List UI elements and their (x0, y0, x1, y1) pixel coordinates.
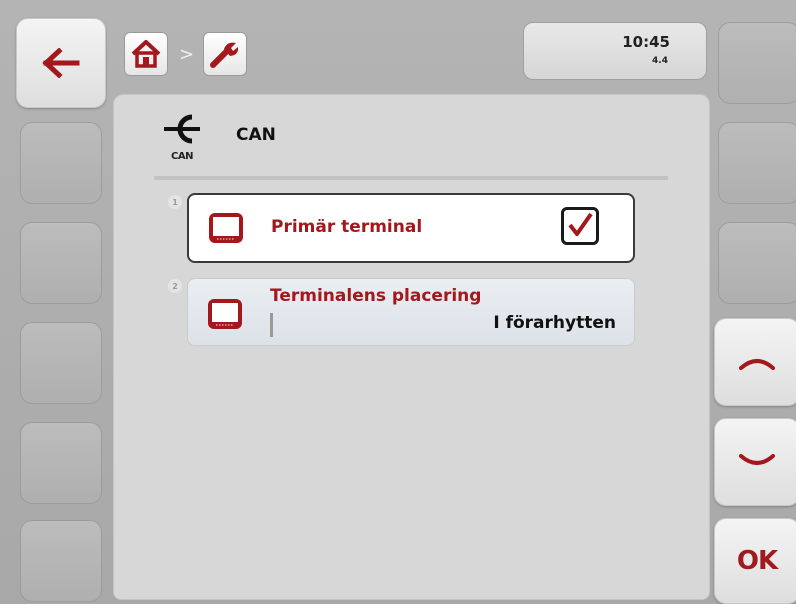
item-number: 1 (168, 195, 182, 209)
main-panel: CAN CAN 1 Primär terminal 2 Terminalens … (113, 94, 710, 600)
checkmark-icon (568, 212, 593, 236)
left-softkey-3[interactable] (20, 222, 102, 304)
primary-terminal-checkbox[interactable] (561, 207, 599, 245)
item-number: 2 (168, 279, 182, 293)
list-item-primary-terminal[interactable]: Primär terminal (187, 193, 635, 263)
clock-time: 10:45 (622, 33, 670, 51)
left-softkey-2[interactable] (20, 122, 102, 204)
right-softkey-1[interactable] (718, 22, 796, 104)
right-softkey-2[interactable] (718, 122, 796, 204)
right-softkey-3[interactable] (718, 222, 796, 304)
breadcrumb-separator: > (179, 44, 195, 65)
back-arrow-icon (42, 48, 80, 78)
ok-button[interactable]: OK (714, 518, 796, 604)
page-title: CAN (236, 125, 276, 145)
wrench-icon (210, 42, 239, 68)
terminal-icon (209, 213, 243, 243)
left-softkey-6[interactable] (20, 520, 102, 602)
software-version: 4.4 (652, 56, 668, 66)
header-bar: > 10:45 4.4 (106, 12, 710, 94)
breadcrumb-home[interactable] (124, 32, 168, 76)
value-indicator (270, 313, 273, 337)
list-item-terminal-location[interactable]: Terminalens placering I förarhytten (187, 278, 635, 346)
item-label: Terminalens placering (270, 286, 482, 306)
item-label: Primär terminal (271, 217, 423, 237)
scroll-up-button[interactable] (714, 318, 796, 406)
title-divider (154, 176, 668, 180)
terminal-icon (208, 299, 242, 329)
chevron-down-icon (739, 454, 775, 465)
scroll-down-button[interactable] (714, 418, 796, 506)
clock-display: 10:45 4.4 (523, 22, 707, 80)
left-softkey-5[interactable] (20, 422, 102, 504)
back-button[interactable] (16, 18, 106, 108)
can-icon-caption: CAN (171, 151, 193, 162)
can-plug-icon (164, 114, 200, 144)
ok-label: OK (736, 546, 778, 576)
item-value: I förarhytten (493, 313, 616, 333)
left-softkey-4[interactable] (20, 322, 102, 404)
terminal-frame: OK > 10:45 4.4 CAN CAN 1 Primär terminal… (0, 0, 796, 604)
chevron-up-icon (739, 359, 775, 370)
breadcrumb-settings[interactable] (203, 32, 247, 76)
home-icon (131, 40, 161, 68)
